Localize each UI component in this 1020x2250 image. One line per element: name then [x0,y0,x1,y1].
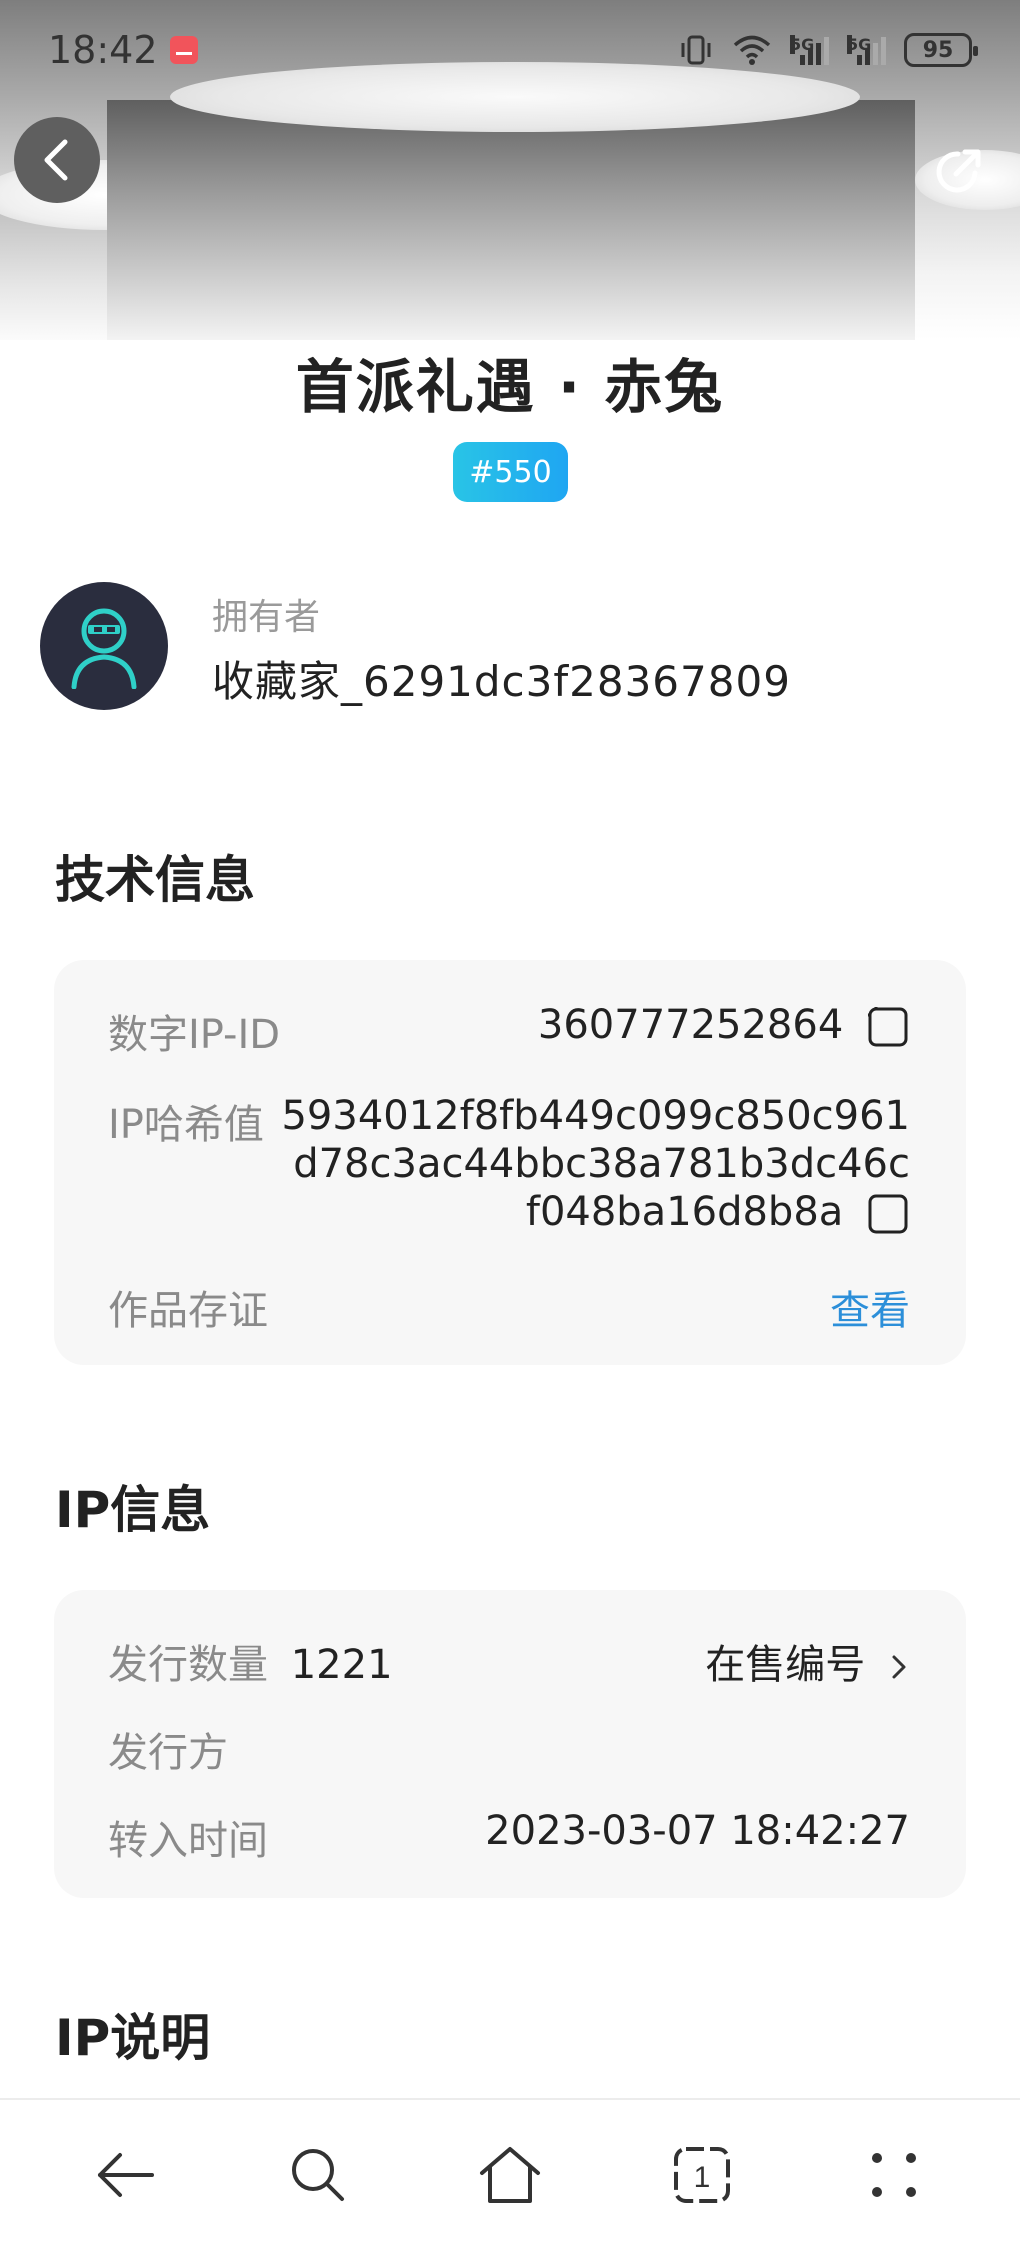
bottom-nav-bar: 1 [0,2098,1020,2250]
home-icon [480,2147,540,2203]
ip-desc-title: IP说明 [55,2009,211,2067]
arrow-left-icon [98,2153,154,2197]
signal-2-icon: 5G [847,35,886,65]
share-icon [936,149,981,193]
ip-hash-label: IP哈希值 [108,1102,264,1148]
tech-info-title: 技术信息 [55,851,255,909]
owner-name: 收藏家_6291dc3f28367809 [212,657,791,706]
chevron-left-icon [44,139,68,181]
page-title: 首派礼遇 · 赤兔 [295,353,725,421]
menu-dots-icon [872,2153,916,2197]
nft-detail-page: 18:42 5G 5G 95 首派礼遇 · 赤兔 #550 拥有者 收藏家_62… [0,0,1020,2250]
ip-hash-row: 5934012f8fb449c099c850c961d78c3ac44bbc38… [280,1092,910,1236]
battery-icon: 95 [904,33,978,67]
transfer-time-value: 2023-03-07 18:42:27 [485,1808,910,1854]
copy-icon[interactable] [866,1192,910,1236]
ip-info-card: 发行数量 1221 在售编号 发行方 转入时间 2023-03-07 18:42… [54,1590,966,1898]
ip-info-title: IP信息 [55,1481,211,1539]
issuer-label: 发行方 [108,1730,228,1776]
nav-menu-button[interactable] [844,2125,944,2225]
wifi-icon [733,35,771,65]
nav-search-button[interactable] [268,2125,368,2225]
issue-count-row: 发行数量 1221 [108,1632,393,1690]
nav-home-button[interactable] [460,2125,560,2225]
tabs-icon: 1 [674,2147,730,2203]
certificate-view-link[interactable]: 查看 [830,1278,910,1336]
digital-ip-id-row: 360777252864 [538,1002,910,1049]
search-icon [292,2149,344,2201]
status-time: 18:42 [48,28,158,72]
network-label-1: 5G [790,35,815,54]
digital-ip-id-value: 360777252864 [537,1002,844,1048]
status-bar: 18:42 5G 5G 95 [0,0,1020,100]
hero-center-panel [107,100,915,340]
notification-icon [169,36,198,64]
owner-label: 拥有者 [212,597,321,638]
nav-tabs-button[interactable]: 1 [652,2125,752,2225]
tabs-count: 1 [694,2161,711,2194]
on-sale-label: 在售编号 [705,1642,866,1688]
share-button[interactable] [928,142,988,202]
digital-ip-id-label: 数字IP-ID [108,1012,281,1058]
issue-count-label: 发行数量 [108,1642,268,1688]
network-label-2: 5G [847,35,872,54]
vibrate-icon [681,35,711,65]
serial-badge: #550 [453,442,568,502]
back-button[interactable] [14,117,100,203]
on-sale-numbers-button[interactable]: 在售编号 [705,1632,910,1690]
certificate-label: 作品存证 [108,1288,268,1334]
copy-icon[interactable] [866,1005,910,1049]
transfer-time-label: 转入时间 [108,1818,268,1864]
avatar[interactable] [40,582,168,710]
signal-1-icon: 5G [790,35,829,65]
status-icons: 5G 5G 95 [678,33,978,67]
status-time-group: 18:42 [48,28,198,72]
user-avatar-icon [71,608,137,689]
nav-back-button[interactable] [76,2125,176,2225]
battery-level: 95 [922,37,954,63]
ip-hash-value: 5934012f8fb449c099c850c961d78c3ac44bbc38… [281,1093,910,1235]
tech-info-card: 数字IP-ID 360777252864 IP哈希值 5934012f8fb44… [54,960,966,1365]
chevron-right-icon [892,1655,906,1679]
issue-count-value: 1221 [290,1642,393,1688]
